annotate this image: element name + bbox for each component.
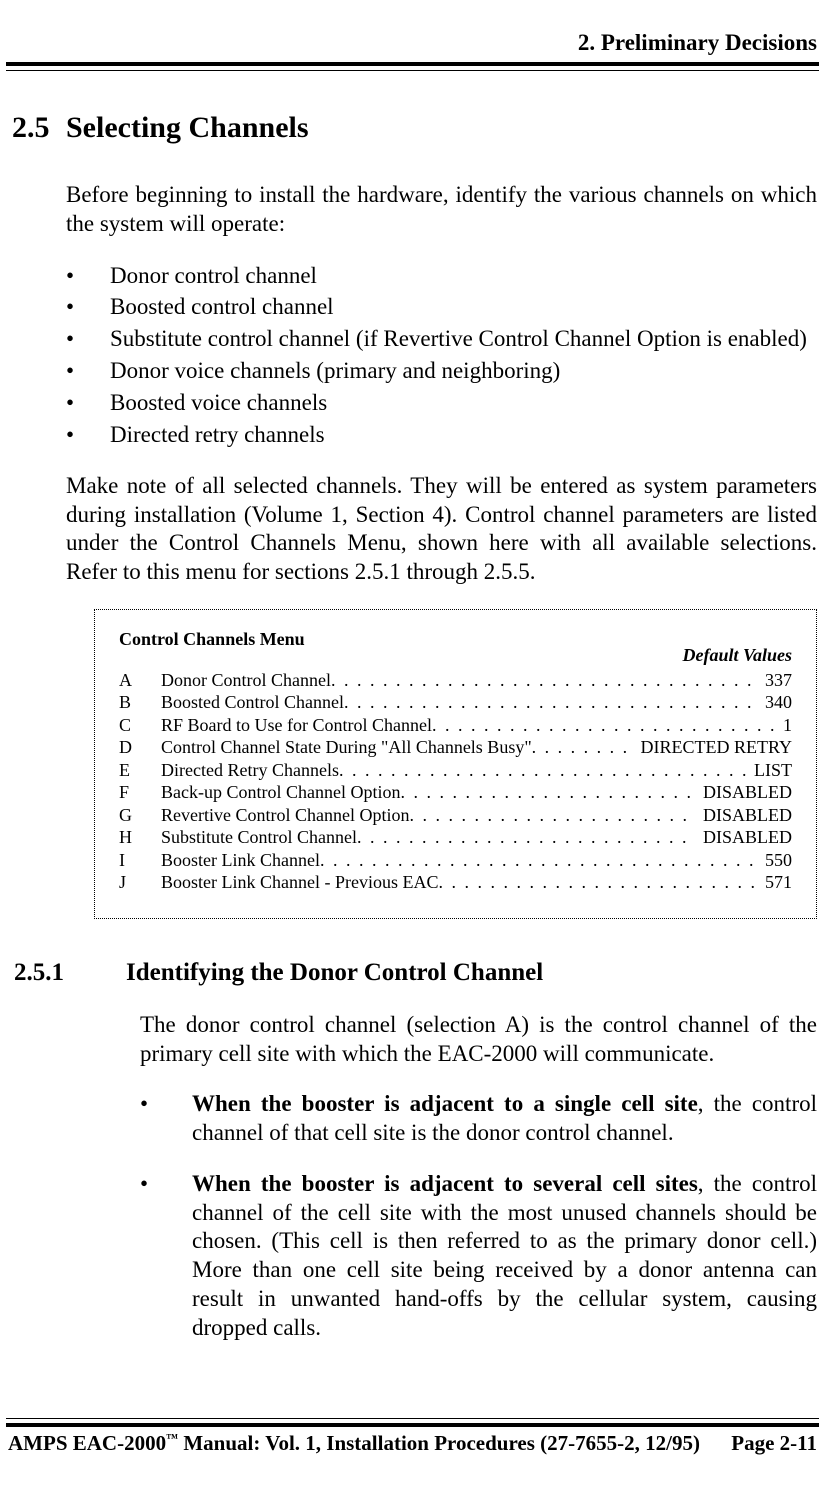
channel-bullet-list: Donor control channel Boosted control ch… — [66, 261, 817, 450]
menu-row: A Donor Control Channel 337 — [119, 669, 792, 692]
control-channels-menu: Control Channels Menu Default Values A D… — [94, 609, 817, 919]
footer-page-number: Page 2-11 — [731, 1431, 817, 1456]
list-item: Directed retry channels — [66, 420, 817, 450]
menu-row: F Back-up Control Channel Option DISABLE… — [119, 781, 792, 804]
leader-dots — [339, 759, 746, 782]
subsection-bullet-list: When the booster is adjacent to a single… — [140, 1090, 817, 1342]
leader-dots — [409, 804, 695, 827]
list-item: Substitute control channel (if Revertive… — [66, 324, 817, 354]
menu-row: H Substitute Control Channel DISABLED — [119, 826, 792, 849]
menu-label: Back-up Control Channel Option — [161, 781, 400, 804]
leader-dots — [532, 736, 633, 759]
menu-row: J Booster Link Channel - Previous EAC 57… — [119, 871, 792, 894]
menu-key: E — [119, 759, 161, 782]
subsection-heading: 2.5.1Identifying the Donor Control Chann… — [12, 959, 817, 987]
footer-left: AMPS EAC-2000™ Manual: Vol. 1, Installat… — [8, 1431, 700, 1456]
list-item: Donor voice channels (primary and neighb… — [66, 356, 817, 386]
menu-row: C RF Board to Use for Control Channel 1 — [119, 714, 792, 737]
list-item: Donor control channel — [66, 261, 817, 291]
menu-label: Booster Link Channel — [161, 849, 320, 872]
menu-key: C — [119, 714, 161, 737]
header-rule — [6, 62, 819, 71]
menu-value: LIST — [746, 759, 792, 782]
menu-value: 340 — [757, 691, 792, 714]
menu-label: Control Channel State During "All Channe… — [161, 736, 532, 759]
running-header: 2. Preliminary Decisions — [0, 30, 825, 62]
menu-value: 337 — [757, 669, 792, 692]
menu-row: D Control Channel State During "All Chan… — [119, 736, 792, 759]
section-heading: 2.5Selecting Channels — [12, 111, 817, 145]
menu-value: 571 — [757, 871, 792, 894]
menu-value: 550 — [757, 849, 792, 872]
menu-row: E Directed Retry Channels LIST — [119, 759, 792, 782]
menu-value: DISABLED — [695, 781, 792, 804]
section-number: 2.5 — [12, 111, 66, 145]
subsection: 2.5.1Identifying the Donor Control Chann… — [12, 959, 817, 1343]
leader-dots — [331, 669, 757, 692]
menu-row: I Booster Link Channel 550 — [119, 849, 792, 872]
leader-dots — [432, 714, 775, 737]
menu-value: DISABLED — [695, 804, 792, 827]
menu-key: J — [119, 871, 161, 894]
leader-dots — [438, 871, 757, 894]
menu-label: RF Board to Use for Control Channel — [161, 714, 432, 737]
note-paragraph: Make note of all selected channels. They… — [66, 472, 817, 587]
menu-value: DISABLED — [695, 826, 792, 849]
intro-paragraph: Before beginning to install the hardware… — [66, 181, 817, 239]
footer-manual: Manual: Vol. 1, Installation Procedures … — [178, 1431, 700, 1455]
menu-value: DIRECTED RETRY — [633, 736, 793, 759]
bullet-rest: , the control channel of the cell site w… — [192, 1171, 817, 1340]
menu-key: A — [119, 669, 161, 692]
footer-rule — [6, 1418, 819, 1427]
subsection-body: The donor control channel (selection A) … — [140, 1011, 817, 1343]
menu-label: Boosted Control Channel — [161, 691, 344, 714]
bullet-lead: When the booster is adjacent to several … — [192, 1171, 698, 1196]
list-item: When the booster is adjacent to a single… — [140, 1090, 817, 1148]
section-body: Before beginning to install the hardware… — [66, 181, 817, 919]
menu-key: B — [119, 691, 161, 714]
menu-key: D — [119, 736, 161, 759]
subsection-intro: The donor control channel (selection A) … — [140, 1011, 817, 1069]
menu-key: I — [119, 849, 161, 872]
content-area: 2.5Selecting Channels Before beginning t… — [0, 71, 825, 1342]
menu-label: Substitute Control Channel — [161, 826, 357, 849]
menu-label: Donor Control Channel — [161, 669, 331, 692]
menu-key: H — [119, 826, 161, 849]
list-item: Boosted voice channels — [66, 388, 817, 418]
footer-product: AMPS EAC-2000 — [8, 1431, 166, 1455]
leader-dots — [344, 691, 757, 714]
list-item: When the booster is adjacent to several … — [140, 1170, 817, 1343]
menu-value: 1 — [775, 714, 792, 737]
bullet-lead: When the booster is adjacent to a single… — [192, 1091, 698, 1116]
leader-dots — [400, 781, 695, 804]
menu-row: B Boosted Control Channel 340 — [119, 691, 792, 714]
footer-line: AMPS EAC-2000™ Manual: Vol. 1, Installat… — [6, 1431, 819, 1456]
menu-label: Revertive Control Channel Option — [161, 804, 409, 827]
menu-row: G Revertive Control Channel Option DISAB… — [119, 804, 792, 827]
page-footer: AMPS EAC-2000™ Manual: Vol. 1, Installat… — [6, 1418, 819, 1456]
menu-label: Booster Link Channel - Previous EAC — [161, 871, 438, 894]
menu-key: G — [119, 804, 161, 827]
section-title-text: Selecting Channels — [66, 111, 309, 144]
page: 2. Preliminary Decisions 2.5Selecting Ch… — [0, 0, 825, 1498]
subsection-number: 2.5.1 — [12, 959, 126, 987]
trademark-icon: ™ — [166, 1431, 178, 1445]
leader-dots — [320, 849, 757, 872]
subsection-title-text: Identifying the Donor Control Channel — [126, 959, 543, 986]
menu-key: F — [119, 781, 161, 804]
menu-label: Directed Retry Channels — [161, 759, 339, 782]
list-item: Boosted control channel — [66, 292, 817, 322]
chapter-title: 2. Preliminary Decisions — [578, 30, 817, 55]
leader-dots — [357, 826, 695, 849]
